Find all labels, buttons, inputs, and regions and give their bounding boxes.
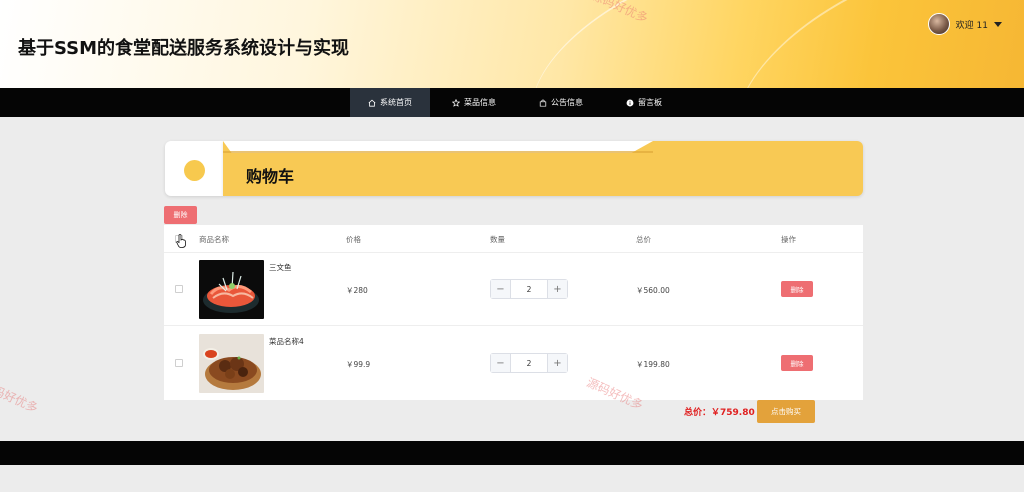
bag-icon bbox=[539, 99, 547, 107]
circle-icon bbox=[184, 160, 205, 181]
column-header-actions: 操作 bbox=[781, 235, 796, 244]
main-nav: 系统首页 菜品信息 公告信息 留言板 bbox=[0, 88, 1024, 117]
site-header: 基于SSM的食堂配送服务系统设计与实现 欢迎 11 bbox=[0, 0, 1024, 88]
cart-table: 商品名称 价格 数量 总价 操作 三文鱼 ￥280 − 2 + ￥560.00 bbox=[164, 225, 863, 400]
chevron-down-icon[interactable] bbox=[994, 21, 1002, 27]
nav-item-messages[interactable]: 留言板 bbox=[604, 88, 684, 117]
page-title: 购物车 bbox=[246, 167, 295, 186]
column-header-price: 价格 bbox=[346, 235, 361, 244]
site-title: 基于SSM的食堂配送服务系统设计与实现 bbox=[18, 38, 350, 59]
table-header: 商品名称 价格 数量 总价 操作 bbox=[164, 225, 863, 253]
grand-total: 总价：￥759.80 bbox=[684, 408, 755, 418]
dish-name: 三文鱼 bbox=[269, 263, 292, 272]
row-checkbox[interactable] bbox=[175, 285, 183, 293]
increase-button[interactable]: + bbox=[547, 354, 567, 372]
table-row: 三文鱼 ￥280 − 2 + ￥560.00 删除 bbox=[164, 253, 863, 326]
welcome-text[interactable]: 欢迎 11 bbox=[956, 18, 988, 31]
banner-bar bbox=[223, 141, 863, 196]
row-checkbox[interactable] bbox=[175, 359, 183, 367]
row-total: ￥199.80 bbox=[636, 360, 670, 369]
column-header-total: 总价 bbox=[636, 235, 651, 244]
dish-name: 菜品名称4 bbox=[269, 337, 304, 346]
dish-image-salmon[interactable] bbox=[199, 260, 264, 319]
delete-row-button[interactable]: 删除 bbox=[781, 281, 813, 297]
dish-image-grilled-meat[interactable] bbox=[199, 334, 264, 393]
row-total: ￥560.00 bbox=[636, 286, 670, 295]
column-header-quantity: 数量 bbox=[490, 235, 505, 244]
delete-selected-button[interactable]: 删除 bbox=[164, 206, 197, 224]
decrease-button[interactable]: − bbox=[491, 354, 511, 372]
column-header-name: 商品名称 bbox=[199, 235, 229, 244]
nav-label: 公告信息 bbox=[551, 98, 583, 107]
quantity-stepper[interactable]: − 2 + bbox=[490, 279, 568, 299]
nav-label: 留言板 bbox=[638, 98, 662, 107]
quantity-stepper[interactable]: − 2 + bbox=[490, 353, 568, 373]
nav-item-notices[interactable]: 公告信息 bbox=[518, 88, 604, 117]
decrease-button[interactable]: − bbox=[491, 280, 511, 298]
nav-label: 菜品信息 bbox=[464, 98, 496, 107]
nav-item-home[interactable]: 系统首页 bbox=[350, 88, 430, 117]
nav-label: 系统首页 bbox=[380, 98, 412, 107]
nav-item-dishes[interactable]: 菜品信息 bbox=[430, 88, 518, 117]
page-footer bbox=[0, 441, 1024, 465]
delete-row-button[interactable]: 删除 bbox=[781, 355, 813, 371]
home-icon bbox=[368, 99, 376, 107]
quantity-value[interactable]: 2 bbox=[511, 280, 547, 298]
dish-price: ￥280 bbox=[346, 286, 368, 295]
hand-cursor-icon bbox=[176, 234, 186, 248]
info-icon bbox=[626, 99, 634, 106]
quantity-value[interactable]: 2 bbox=[511, 354, 547, 372]
avatar[interactable] bbox=[927, 13, 950, 35]
user-menu[interactable]: 欢迎 11 bbox=[927, 13, 1002, 35]
table-row: 菜品名称4 ￥99.9 − 2 + ￥199.80 删除 bbox=[164, 327, 863, 400]
star-icon bbox=[452, 98, 460, 107]
page-banner: 购物车 bbox=[165, 141, 863, 196]
dish-price: ￥99.9 bbox=[346, 360, 371, 369]
buy-button[interactable]: 点击购买 bbox=[757, 400, 815, 423]
watermark: 源码好优多 bbox=[0, 378, 41, 416]
increase-button[interactable]: + bbox=[547, 280, 567, 298]
banner-tab bbox=[165, 141, 223, 196]
